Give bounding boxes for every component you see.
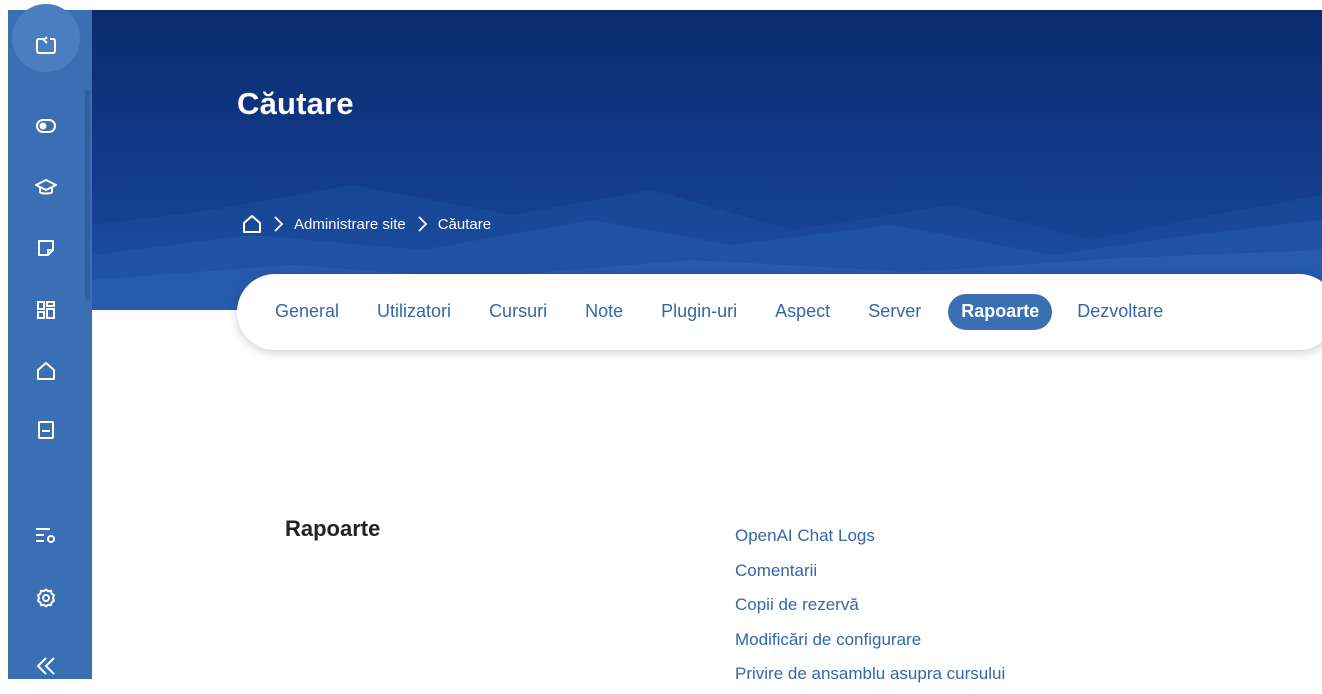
tab-courses[interactable]: Cursuri xyxy=(478,295,558,329)
breadcrumb-item-current: Căutare xyxy=(437,215,492,233)
expand-drawer-button[interactable] xyxy=(8,4,84,82)
tab-grades[interactable]: Note xyxy=(574,295,634,329)
report-links: OpenAI Chat Logs Comentarii Copii de rez… xyxy=(735,519,1005,692)
tab-general[interactable]: General xyxy=(275,295,350,329)
toggle-icon xyxy=(36,119,56,133)
header-background xyxy=(92,185,1322,310)
tab-development[interactable]: Dezvoltare xyxy=(1066,295,1174,329)
page-header: Căutare Administrare site Căutare xyxy=(92,10,1322,310)
link-course-overview[interactable]: Privire de ansamblu asupra cursului xyxy=(735,657,1005,692)
sidebar-scroll-thumb[interactable] xyxy=(85,90,90,300)
chevron-right-icon xyxy=(418,216,427,232)
link-openai-chat-logs[interactable]: OpenAI Chat Logs xyxy=(735,519,1005,554)
sidebar-item-courses[interactable] xyxy=(8,160,84,216)
sidebar-item-settings[interactable] xyxy=(8,570,84,626)
note-icon xyxy=(38,240,54,256)
dashboard-grid-icon xyxy=(37,301,55,319)
breadcrumb: Administrare site Căutare xyxy=(242,215,491,233)
link-config-changes[interactable]: Modificări de configurare xyxy=(735,623,1005,658)
page-title: Căutare xyxy=(237,86,354,121)
sidebar-scrollbar[interactable] xyxy=(84,10,92,679)
sidebar-item-home[interactable] xyxy=(8,343,84,399)
sidebar-item-toggle[interactable] xyxy=(8,98,84,154)
tab-server[interactable]: Server xyxy=(857,295,932,329)
breadcrumb-home[interactable] xyxy=(242,215,262,233)
graduation-cap-icon xyxy=(35,179,57,195)
tab-appearance[interactable]: Aspect xyxy=(764,295,841,329)
breadcrumb-item-site-admin[interactable]: Administrare site xyxy=(294,216,406,233)
collapse-icon xyxy=(36,657,55,675)
sidebar-item-book[interactable] xyxy=(8,402,84,458)
list-settings-icon xyxy=(36,528,55,543)
chevron-right-icon xyxy=(274,216,283,232)
left-sidebar xyxy=(8,4,92,679)
link-backups[interactable]: Copii de rezervă xyxy=(735,588,1005,623)
link-comments[interactable]: Comentarii xyxy=(735,554,1005,589)
sidebar-item-dashboard[interactable] xyxy=(8,282,84,338)
sidebar-item-list-settings[interactable] xyxy=(8,507,84,563)
section-title: Rapoarte xyxy=(285,516,381,541)
collapse-sidebar-button[interactable] xyxy=(8,638,84,694)
tab-plugins[interactable]: Plugin-uri xyxy=(650,295,748,329)
tab-reports[interactable]: Rapoarte xyxy=(948,294,1053,330)
book-icon xyxy=(38,421,54,439)
home-icon xyxy=(243,215,261,233)
sidebar-item-notes[interactable] xyxy=(8,220,84,276)
admin-tabs: General Utilizatori Cursuri Note Plugin-… xyxy=(237,274,1322,350)
expand-drawer-icon xyxy=(36,36,56,54)
home-icon xyxy=(37,362,55,380)
tab-users[interactable]: Utilizatori xyxy=(366,295,462,329)
gear-icon xyxy=(37,588,55,608)
